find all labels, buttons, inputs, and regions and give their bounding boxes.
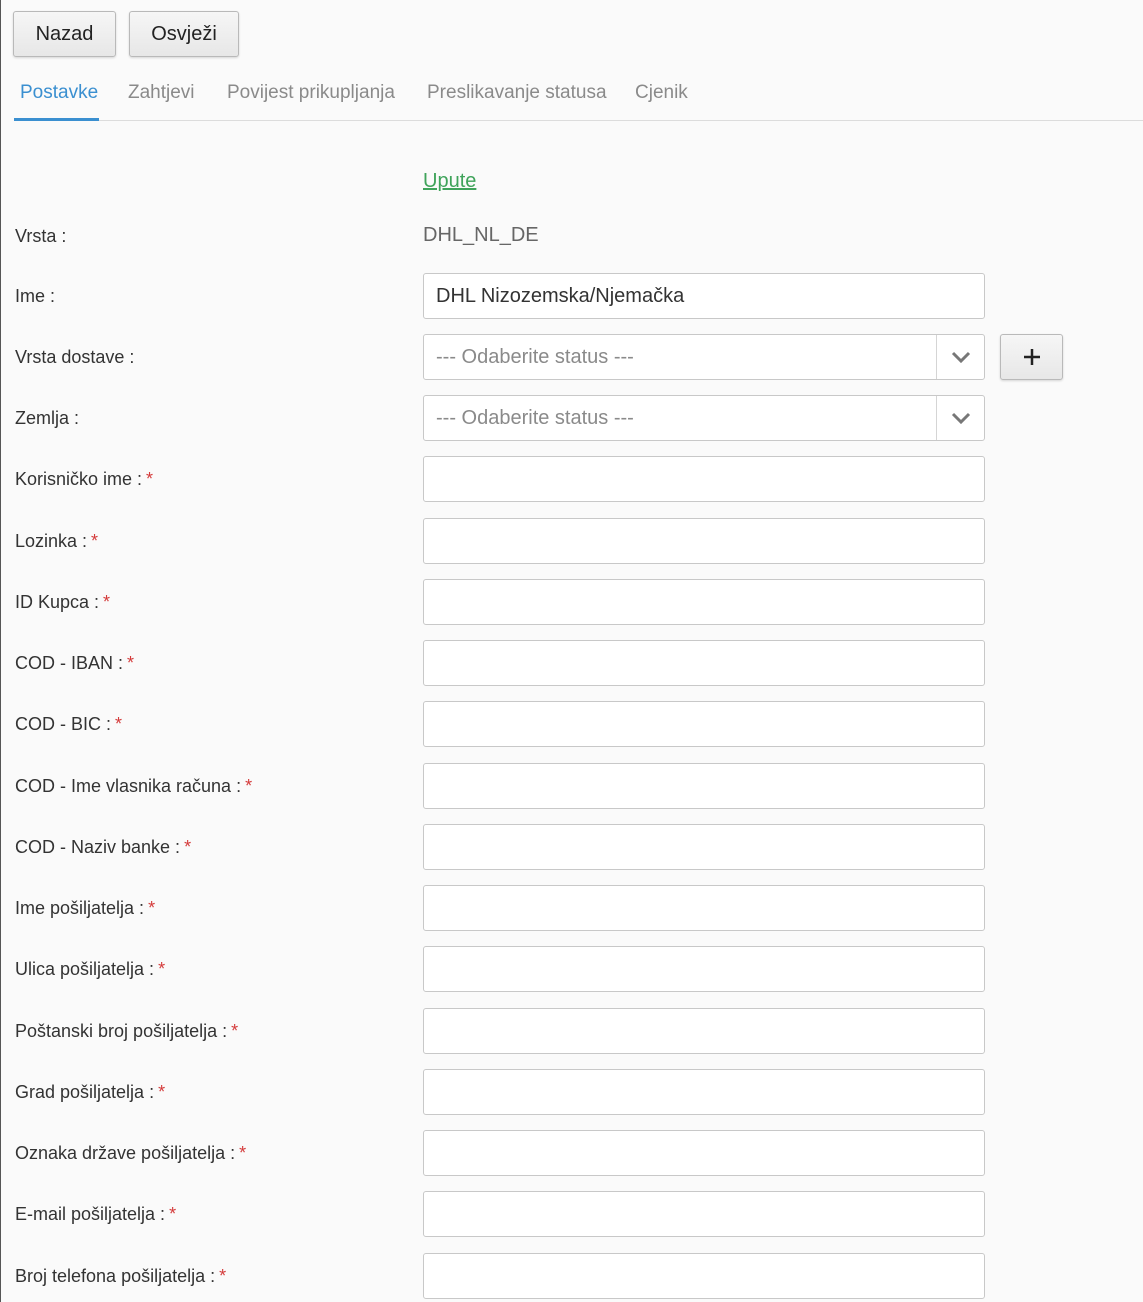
form-label: COD - IBAN : * bbox=[15, 653, 135, 673]
form-label: ID Kupca : * bbox=[15, 592, 111, 612]
form-label: Korisničko ime : * bbox=[15, 469, 154, 489]
tab-bar: Postavke Zahtjevi Povijest prikupljanja … bbox=[14, 70, 1143, 121]
cod-bank-name-input[interactable] bbox=[423, 824, 985, 870]
tab-povijest-prikupljanja[interactable]: Povijest prikupljanja bbox=[227, 82, 395, 104]
username-input[interactable] bbox=[423, 456, 985, 502]
active-tab-indicator bbox=[14, 118, 99, 121]
form-label: Ime pošiljatelja : * bbox=[15, 898, 156, 918]
cod-iban-input[interactable] bbox=[423, 640, 985, 686]
name-input[interactable] bbox=[423, 273, 985, 319]
add-delivery-type-button[interactable] bbox=[1000, 334, 1063, 380]
country-select[interactable]: --- Odaberite status --- bbox=[423, 395, 985, 441]
sender-city-input[interactable] bbox=[423, 1069, 985, 1115]
delivery-type-select[interactable]: --- Odaberite status --- bbox=[423, 334, 985, 380]
required-marker: * bbox=[169, 1204, 177, 1224]
form-label: E-mail pošiljatelja : * bbox=[15, 1204, 177, 1224]
form-label: COD - Ime vlasnika računa : * bbox=[15, 776, 253, 796]
instructions-link[interactable]: Upute bbox=[423, 170, 476, 193]
tab-preslikavanje-statusa[interactable]: Preslikavanje statusa bbox=[427, 82, 607, 104]
required-marker: * bbox=[103, 592, 111, 612]
tab-cjenik[interactable]: Cjenik bbox=[635, 82, 688, 104]
form-label: Oznaka države pošiljatelja : * bbox=[15, 1143, 247, 1163]
required-marker: * bbox=[239, 1143, 247, 1163]
plus-icon bbox=[1023, 349, 1040, 365]
form-label: Poštanski broj pošiljatelja : * bbox=[15, 1021, 239, 1041]
required-marker: * bbox=[219, 1266, 227, 1286]
required-marker: * bbox=[146, 469, 154, 489]
required-marker: * bbox=[91, 531, 99, 551]
form-label: Ulica pošiljatelja : * bbox=[15, 959, 166, 979]
required-marker: * bbox=[127, 653, 135, 673]
required-marker: * bbox=[184, 837, 192, 857]
sender-email-input[interactable] bbox=[423, 1191, 985, 1237]
chevron-down-icon bbox=[936, 335, 984, 379]
back-button[interactable]: Nazad bbox=[13, 11, 116, 57]
sender-postal-code-input[interactable] bbox=[423, 1008, 985, 1054]
type-value: DHL_NL_DE bbox=[423, 224, 539, 246]
form-label: Grad pošiljatelja : * bbox=[15, 1082, 166, 1102]
cod-bic-input[interactable] bbox=[423, 701, 985, 747]
country-selected: --- Odaberite status --- bbox=[436, 407, 634, 429]
tab-zahtjevi[interactable]: Zahtjevi bbox=[128, 82, 195, 104]
refresh-button[interactable]: Osvježi bbox=[129, 11, 239, 57]
tab-postavke[interactable]: Postavke bbox=[20, 82, 98, 104]
form-label: Broj telefona pošiljatelja : * bbox=[15, 1266, 227, 1286]
delivery-type-selected: --- Odaberite status --- bbox=[436, 346, 634, 368]
country-label: Zemlja : bbox=[15, 408, 80, 428]
name-label: Ime : bbox=[15, 286, 56, 306]
form-label: COD - BIC : * bbox=[15, 714, 123, 734]
required-marker: * bbox=[245, 776, 253, 796]
required-marker: * bbox=[231, 1021, 239, 1041]
required-marker: * bbox=[158, 1082, 166, 1102]
cod-account-holder-input[interactable] bbox=[423, 763, 985, 809]
form-label: Lozinka : * bbox=[15, 531, 99, 551]
customer-id-input[interactable] bbox=[423, 579, 985, 625]
form-label: COD - Naziv banke : * bbox=[15, 837, 192, 857]
settings-page: Nazad Osvježi Postavke Zahtjevi Povijest… bbox=[0, 0, 1143, 1302]
sender-name-input[interactable] bbox=[423, 885, 985, 931]
required-marker: * bbox=[115, 714, 123, 734]
chevron-down-icon bbox=[936, 396, 984, 440]
sender-country-code-input[interactable] bbox=[423, 1130, 985, 1176]
required-marker: * bbox=[158, 959, 166, 979]
required-marker: * bbox=[148, 898, 156, 918]
type-label: Vrsta : bbox=[15, 226, 67, 246]
password-input[interactable] bbox=[423, 518, 985, 564]
sender-phone-input[interactable] bbox=[423, 1253, 985, 1299]
sender-street-input[interactable] bbox=[423, 946, 985, 992]
delivery-type-label: Vrsta dostave : bbox=[15, 347, 135, 367]
